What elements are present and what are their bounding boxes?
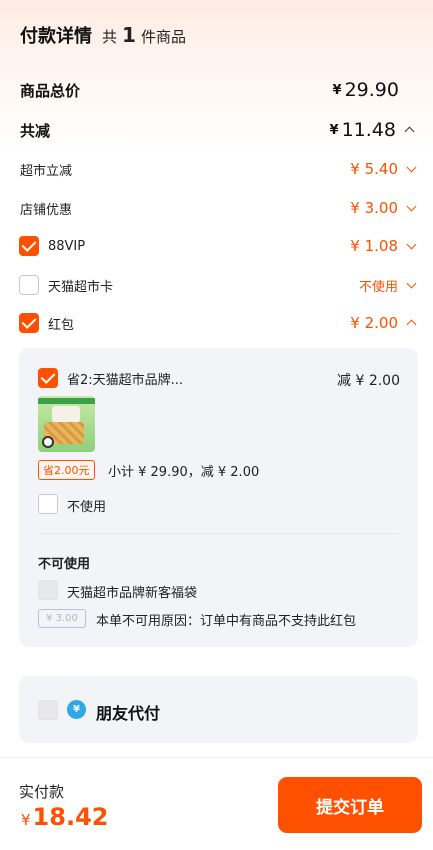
total-discount-label: 共减 <box>20 121 51 140</box>
discount-amount: ¥ 2.00 <box>350 314 398 332</box>
chevron-down-icon <box>406 278 417 288</box>
discount-label: 天猫超市卡 <box>48 279 114 295</box>
discount-value[interactable]: ¥ 3.00 <box>350 199 417 217</box>
pay-currency: ¥ <box>21 811 31 829</box>
redpacket-option-reduce: 减 ¥ 2.00 <box>337 373 400 389</box>
redpacket-checkbox[interactable] <box>19 313 39 333</box>
redpacket-option-name[interactable]: 省2:天猫超市品牌... <box>67 369 183 388</box>
discount-row-supermarket[interactable]: 超市立减 ¥ 5.40 <box>0 155 433 183</box>
submit-order-button[interactable]: 提交订单 <box>278 777 422 833</box>
unavailable-checkbox <box>38 580 58 600</box>
redpacket-option-checkbox[interactable] <box>38 368 58 388</box>
item-count-prefix: 共 <box>102 28 118 46</box>
pay-amount: ¥ 18.42 <box>21 803 108 831</box>
page-title: 付款详情 <box>20 26 92 47</box>
discount-amount: ¥ 1.08 <box>350 237 398 255</box>
currency-symbol: ¥ <box>332 82 342 98</box>
chevron-up-icon <box>404 126 415 137</box>
save-tag: 省2.00元 <box>38 460 95 480</box>
total-price-amount: 29.90 <box>344 79 399 101</box>
discount-value[interactable]: 不使用 <box>358 276 417 295</box>
chevron-down-icon <box>406 239 417 249</box>
unavailable-name: 天猫超市品牌新客福袋 <box>67 586 198 601</box>
pay-label: 实付款 <box>19 783 65 801</box>
product-thumbnail <box>38 396 95 452</box>
discount-value[interactable]: ¥ 2.00 <box>350 314 417 332</box>
thumbnail-panda <box>42 436 54 448</box>
unavailable-reason: 本单不可用原因：订单中有商品不支持此红包 <box>96 614 357 629</box>
friend-pay-label[interactable]: 朋友代付 <box>96 700 160 724</box>
checkout-footer: 实付款 ¥ 18.42 提交订单 <box>0 757 433 850</box>
total-discount-amount: 11.48 <box>341 119 396 141</box>
total-price-value: ¥ 29.90 <box>333 79 399 101</box>
divider <box>38 533 399 534</box>
discount-row-tmall-card[interactable]: 天猫超市卡 不使用 <box>0 271 433 299</box>
discount-row-store[interactable]: 店铺优惠 ¥ 3.00 <box>0 194 433 222</box>
total-discount-row[interactable]: 共减 ¥ 11.48 <box>0 116 433 144</box>
not-use-checkbox[interactable] <box>38 494 58 514</box>
chevron-up-icon <box>406 319 417 330</box>
total-price-label: 商品总价 <box>20 81 81 100</box>
redpacket-panel: 省2:天猫超市品牌... 减 ¥ 2.00 省2.00元 小计 ¥ 29.90，… <box>19 348 418 647</box>
discount-value[interactable]: ¥ 5.40 <box>350 160 417 178</box>
currency-symbol: ¥ <box>329 122 339 138</box>
item-count: 共 1 件商品 <box>102 23 186 47</box>
discount-amount: 不使用 <box>358 279 398 295</box>
discount-label: 超市立减 <box>20 163 73 179</box>
chevron-down-icon <box>406 162 417 172</box>
item-count-suffix: 件商品 <box>140 28 186 46</box>
tmall-card-checkbox[interactable] <box>19 275 39 295</box>
discount-label: 88VIP <box>48 238 86 254</box>
88vip-checkbox[interactable] <box>19 236 39 256</box>
subtotal-text: 小计 ¥ 29.90，减 ¥ 2.00 <box>108 465 260 480</box>
thumbnail-banner <box>38 398 95 404</box>
discount-label: 店铺优惠 <box>20 202 73 218</box>
discount-value[interactable]: ¥ 1.08 <box>350 237 417 255</box>
chevron-down-icon <box>406 201 417 211</box>
item-count-number: 1 <box>122 23 136 47</box>
total-price-row: 商品总价 ¥ 29.90 <box>0 76 433 104</box>
discount-row-88vip[interactable]: 88VIP ¥ 1.08 <box>0 232 433 260</box>
unavailable-tag: ¥ 3.00 <box>38 609 86 628</box>
discount-row-redpacket[interactable]: 红包 ¥ 2.00 <box>0 309 433 337</box>
discount-amount: ¥ 5.40 <box>350 160 398 178</box>
unavailable-title: 不可使用 <box>38 557 91 572</box>
page-header: 付款详情 共 1 件商品 <box>20 22 186 48</box>
not-use-label[interactable]: 不使用 <box>67 496 106 515</box>
pay-amount-value: 18.42 <box>32 803 109 831</box>
discount-amount: ¥ 3.00 <box>350 199 398 217</box>
friend-pay-checkbox[interactable] <box>38 700 58 720</box>
total-discount-value[interactable]: ¥ 11.48 <box>330 119 415 141</box>
discount-label: 红包 <box>48 317 75 333</box>
yen-hand-icon: ¥ <box>67 700 86 719</box>
friend-pay-card[interactable]: ¥ 朋友代付 <box>19 676 418 743</box>
